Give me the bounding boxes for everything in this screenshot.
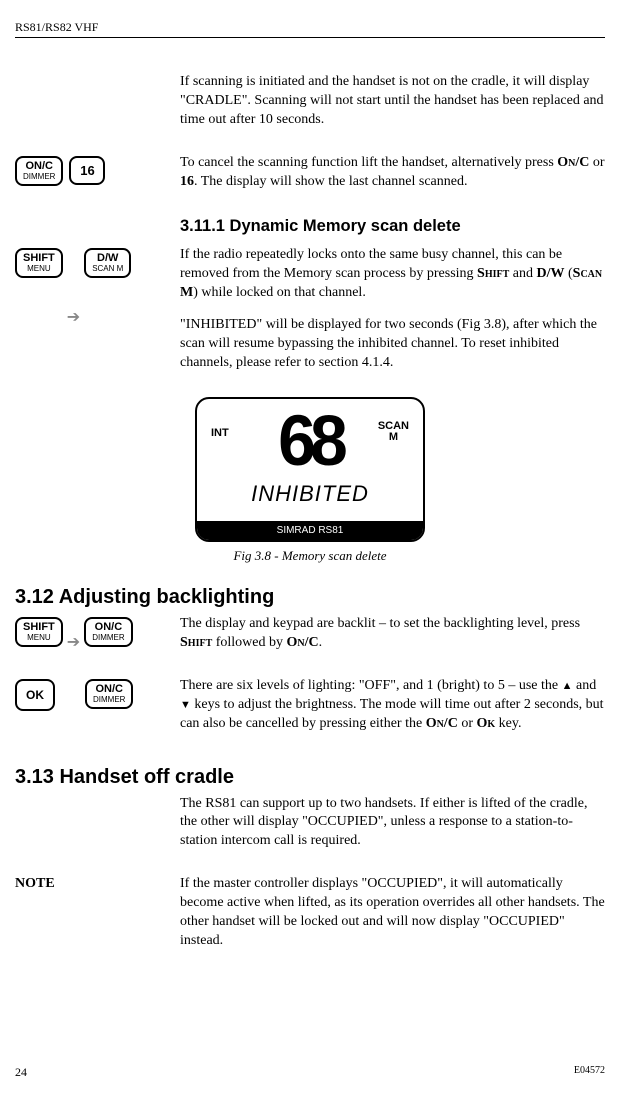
- text: or: [589, 155, 604, 170]
- text: followed by: [212, 635, 286, 650]
- lcd-display: INT 68 SCAN M INHIBITED SIMRAD RS81: [195, 397, 425, 542]
- key-ref: On/C: [287, 635, 319, 650]
- key-label-top: D/W: [92, 253, 123, 264]
- key-label-bot: SCAN M: [92, 265, 123, 273]
- key-label-top: ON/C: [92, 622, 124, 633]
- key-ref: Ok: [476, 716, 495, 731]
- paragraph-memory-delete: If the radio repeatedly locks onto the s…: [180, 246, 605, 303]
- text: . The display will show the last channel…: [194, 174, 467, 189]
- key-shift: SHIFT MENU: [15, 617, 63, 647]
- arrow-icon: ➔: [67, 632, 80, 652]
- note-label: NOTE: [15, 875, 180, 965]
- text: and: [572, 678, 596, 693]
- key-16: 16: [69, 156, 105, 185]
- key-ref: Shift: [180, 635, 212, 650]
- paragraph-off-cradle: The RS81 can support up to two handsets.…: [180, 795, 605, 852]
- key-label-top: ON/C: [93, 684, 125, 695]
- paragraph-backlight-set: The display and keypad are backlit – to …: [180, 615, 605, 653]
- text: M: [389, 431, 398, 443]
- key-label-top: 16: [79, 164, 95, 177]
- key-dw: D/W SCAN M: [84, 248, 131, 278]
- key-label-bot: DIMMER: [93, 696, 125, 704]
- text: and: [509, 266, 536, 281]
- text: To cancel the scanning function lift the…: [180, 155, 557, 170]
- lcd-status-text: INHIBITED: [197, 475, 423, 521]
- page-header: RS81/RS82 VHF: [15, 20, 605, 38]
- lcd-int-label: INT: [211, 427, 229, 439]
- paragraph-note: If the master controller displays "OCCUP…: [180, 875, 605, 951]
- text: There are six levels of lighting: "OFF",…: [180, 678, 562, 693]
- text: key.: [495, 716, 521, 731]
- text: ) while locked on that channel.: [193, 285, 366, 300]
- key-onc: ON/C DIMMER: [84, 617, 132, 647]
- lcd-channel-digits: 68: [278, 405, 342, 476]
- lcd-brand-bar: SIMRAD RS81: [197, 521, 423, 540]
- heading-3-11-1: 3.11.1 Dynamic Memory scan delete: [180, 215, 605, 237]
- key-onc: ON/C DIMMER: [85, 679, 133, 709]
- figure-caption: Fig 3.8 - Memory scan delete: [15, 548, 605, 564]
- down-triangle-icon: ▼: [180, 699, 191, 711]
- key-ref: On/C: [557, 155, 589, 170]
- text: keys to adjust the brightness. The mode …: [180, 697, 604, 731]
- text: .: [319, 635, 323, 650]
- key-label-top: OK: [25, 689, 45, 701]
- key-ref: Shift: [477, 266, 509, 281]
- key-shift: SHIFT MENU: [15, 248, 63, 278]
- key-ok: OK: [15, 679, 55, 711]
- text: The display and keypad are backlit – to …: [180, 616, 580, 631]
- paragraph-cancel: To cancel the scanning function lift the…: [180, 154, 605, 192]
- key-label-bot: DIMMER: [23, 173, 55, 181]
- paragraph-cradle: If scanning is initiated and the handset…: [180, 73, 605, 130]
- key-ref: D/W: [537, 266, 565, 281]
- paragraph-inhibited: "INHIBITED" will be displayed for two se…: [180, 316, 605, 373]
- lcd-scan-label: SCAN M: [378, 421, 409, 443]
- heading-3-12: 3.12 Adjusting backlighting: [15, 586, 605, 609]
- arrow-icon: ➔: [67, 307, 80, 327]
- doc-id: E04572: [574, 1065, 605, 1080]
- key-label-bot: MENU: [23, 634, 55, 642]
- page-number: 24: [15, 1065, 27, 1080]
- key-label-bot: MENU: [23, 265, 55, 273]
- text: or: [458, 716, 477, 731]
- key-label-bot: DIMMER: [92, 634, 124, 642]
- key-label-top: SHIFT: [23, 622, 55, 633]
- key-label-top: ON/C: [23, 161, 55, 172]
- paragraph-backlight-levels: There are six levels of lighting: "OFF",…: [180, 677, 605, 734]
- key-ref: On/C: [426, 716, 458, 731]
- key-onc: ON/C DIMMER: [15, 156, 63, 186]
- key-ref: 16: [180, 174, 194, 189]
- up-triangle-icon: ▲: [562, 680, 573, 692]
- heading-3-13: 3.13 Handset off cradle: [15, 766, 605, 789]
- text: (: [565, 266, 573, 281]
- key-label-top: SHIFT: [23, 253, 55, 264]
